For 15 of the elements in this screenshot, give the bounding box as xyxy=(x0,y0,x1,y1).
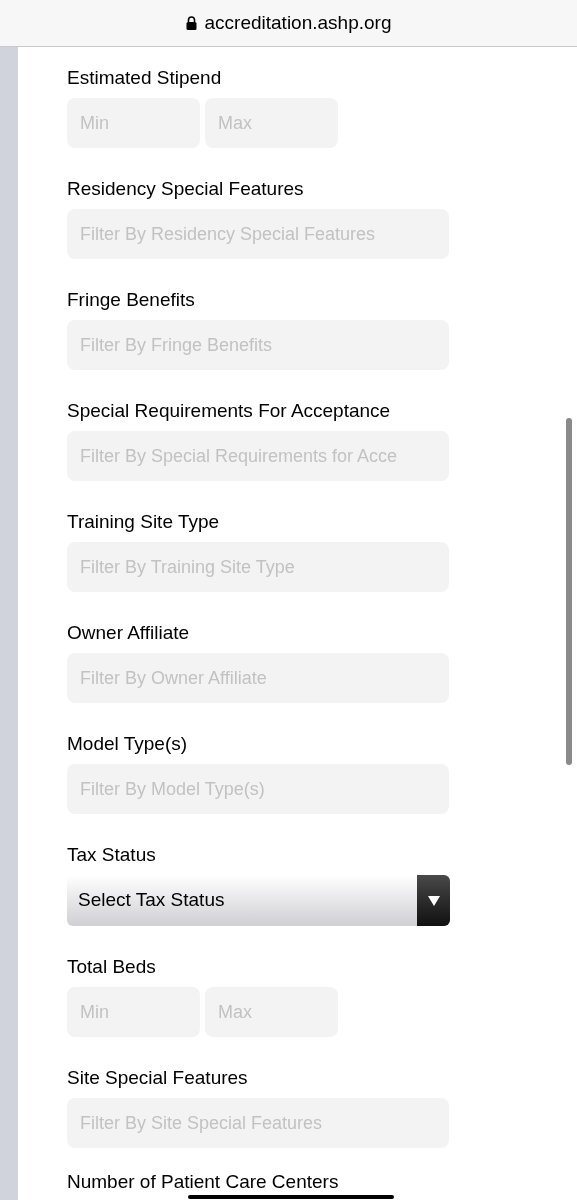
field-label: Residency Special Features xyxy=(67,177,305,201)
field-label: Model Type(s) xyxy=(67,732,189,756)
field-label: Estimated Stipend xyxy=(67,66,223,90)
url-text[interactable]: accreditation.ashp.org xyxy=(204,8,392,38)
field-label: Tax Status xyxy=(67,843,157,867)
field-label: Total Beds xyxy=(67,955,157,979)
field-label: Training Site Type xyxy=(67,510,221,534)
lock-icon xyxy=(185,16,197,30)
field-label: Owner Affiliate xyxy=(67,621,191,645)
field-label: Special Requirements For Acceptance xyxy=(67,399,392,423)
field-label: Site Special Features xyxy=(67,1066,249,1090)
select-dropdown[interactable]: Select Tax Status xyxy=(67,875,450,926)
section-label: Number of Patient Care Centers xyxy=(67,1171,340,1193)
dropdown-arrow-icon xyxy=(427,895,440,906)
field-label: Fringe Benefits xyxy=(67,288,196,312)
